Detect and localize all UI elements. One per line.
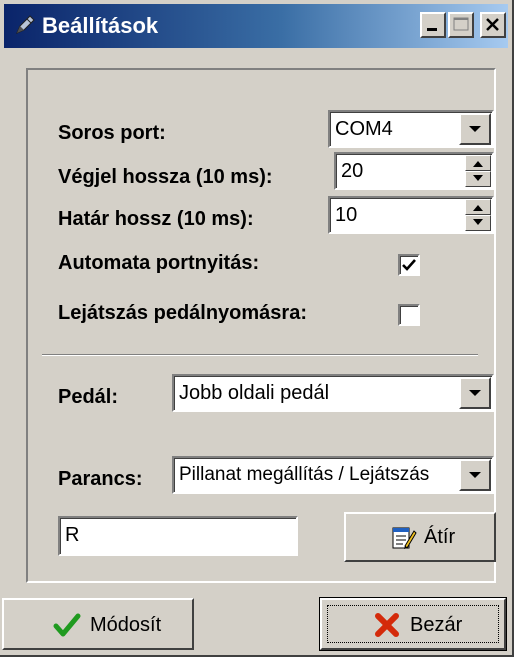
- pencil-icon: [16, 15, 35, 34]
- modify-button[interactable]: Módosít: [2, 598, 194, 650]
- end-signal-length-label: Végjel hossza (10 ms):: [58, 166, 273, 188]
- command-key-value: R: [65, 524, 80, 546]
- title-bar[interactable]: Beállítások: [4, 4, 508, 48]
- x-mark-icon: [375, 613, 399, 637]
- spin-down-button[interactable]: [465, 171, 491, 187]
- arrow-down-icon: [473, 175, 483, 181]
- limit-length-spin-buttons[interactable]: [465, 199, 491, 231]
- serial-port-dropdown-button[interactable]: [459, 113, 491, 145]
- auto-port-open-label: Automata portnyitás:: [58, 252, 260, 274]
- rewrite-button-label: Átír: [424, 526, 456, 548]
- close-icon: [486, 18, 499, 31]
- end-signal-length-spin-buttons[interactable]: [465, 155, 491, 187]
- limit-length-value: 10: [335, 204, 358, 226]
- command-select[interactable]: Pillanat megállítás / Lejátszás: [172, 456, 494, 494]
- checkmark-icon: [402, 259, 416, 271]
- pedal-value: Jobb oldali pedál: [179, 382, 330, 404]
- maximize-button[interactable]: [448, 12, 474, 38]
- spin-up-button[interactable]: [465, 199, 491, 215]
- limit-length-label: Határ hossz (10 ms):: [58, 208, 254, 230]
- auto-port-open-checkbox[interactable]: [398, 254, 420, 276]
- settings-dialog: Beállítások Soros port: COM4 Végjel hoss…: [0, 0, 514, 657]
- notepad-edit-icon: [392, 527, 417, 549]
- play-on-pedal-checkbox[interactable]: [398, 304, 420, 326]
- command-label: Parancs:: [58, 468, 143, 490]
- chevron-down-icon: [469, 126, 481, 132]
- arrow-up-icon: [473, 161, 483, 167]
- minimize-icon: [427, 28, 437, 31]
- maximize-icon: [453, 17, 469, 31]
- window-title: Beállítások: [42, 13, 159, 38]
- spin-up-button[interactable]: [465, 155, 491, 171]
- serial-port-label: Soros port:: [58, 122, 166, 144]
- pedal-select[interactable]: Jobb oldali pedál: [172, 374, 494, 412]
- chevron-down-icon: [469, 472, 481, 478]
- arrow-down-icon: [473, 219, 483, 225]
- command-value: Pillanat megállítás / Lejátszás: [179, 464, 430, 485]
- command-key-input[interactable]: R: [58, 516, 298, 556]
- modify-button-label: Módosít: [90, 614, 162, 636]
- pedal-dropdown-button[interactable]: [459, 377, 491, 409]
- separator: [42, 354, 478, 356]
- rewrite-button[interactable]: Átír: [344, 512, 496, 562]
- close-button[interactable]: [480, 12, 506, 38]
- limit-length-spinner[interactable]: 10: [328, 196, 494, 234]
- serial-port-value: COM4: [335, 118, 393, 140]
- play-on-pedal-label: Lejátszás pedálnyomásra:: [58, 302, 307, 324]
- close-dialog-button-label: Bezár: [410, 614, 463, 636]
- pedal-label: Pedál:: [58, 386, 119, 408]
- settings-panel: Soros port: COM4 Végjel hossza (10 ms): …: [26, 68, 496, 583]
- arrow-up-icon: [473, 205, 483, 211]
- end-signal-length-value: 20: [341, 160, 364, 182]
- close-dialog-button[interactable]: Bezár: [320, 598, 506, 650]
- end-signal-length-spinner[interactable]: 20: [334, 152, 494, 190]
- serial-port-select[interactable]: COM4: [328, 110, 494, 148]
- checkmark-icon: [53, 613, 81, 637]
- spin-down-button[interactable]: [465, 215, 491, 231]
- chevron-down-icon: [469, 390, 481, 396]
- minimize-button[interactable]: [420, 12, 446, 38]
- command-dropdown-button[interactable]: [459, 459, 491, 491]
